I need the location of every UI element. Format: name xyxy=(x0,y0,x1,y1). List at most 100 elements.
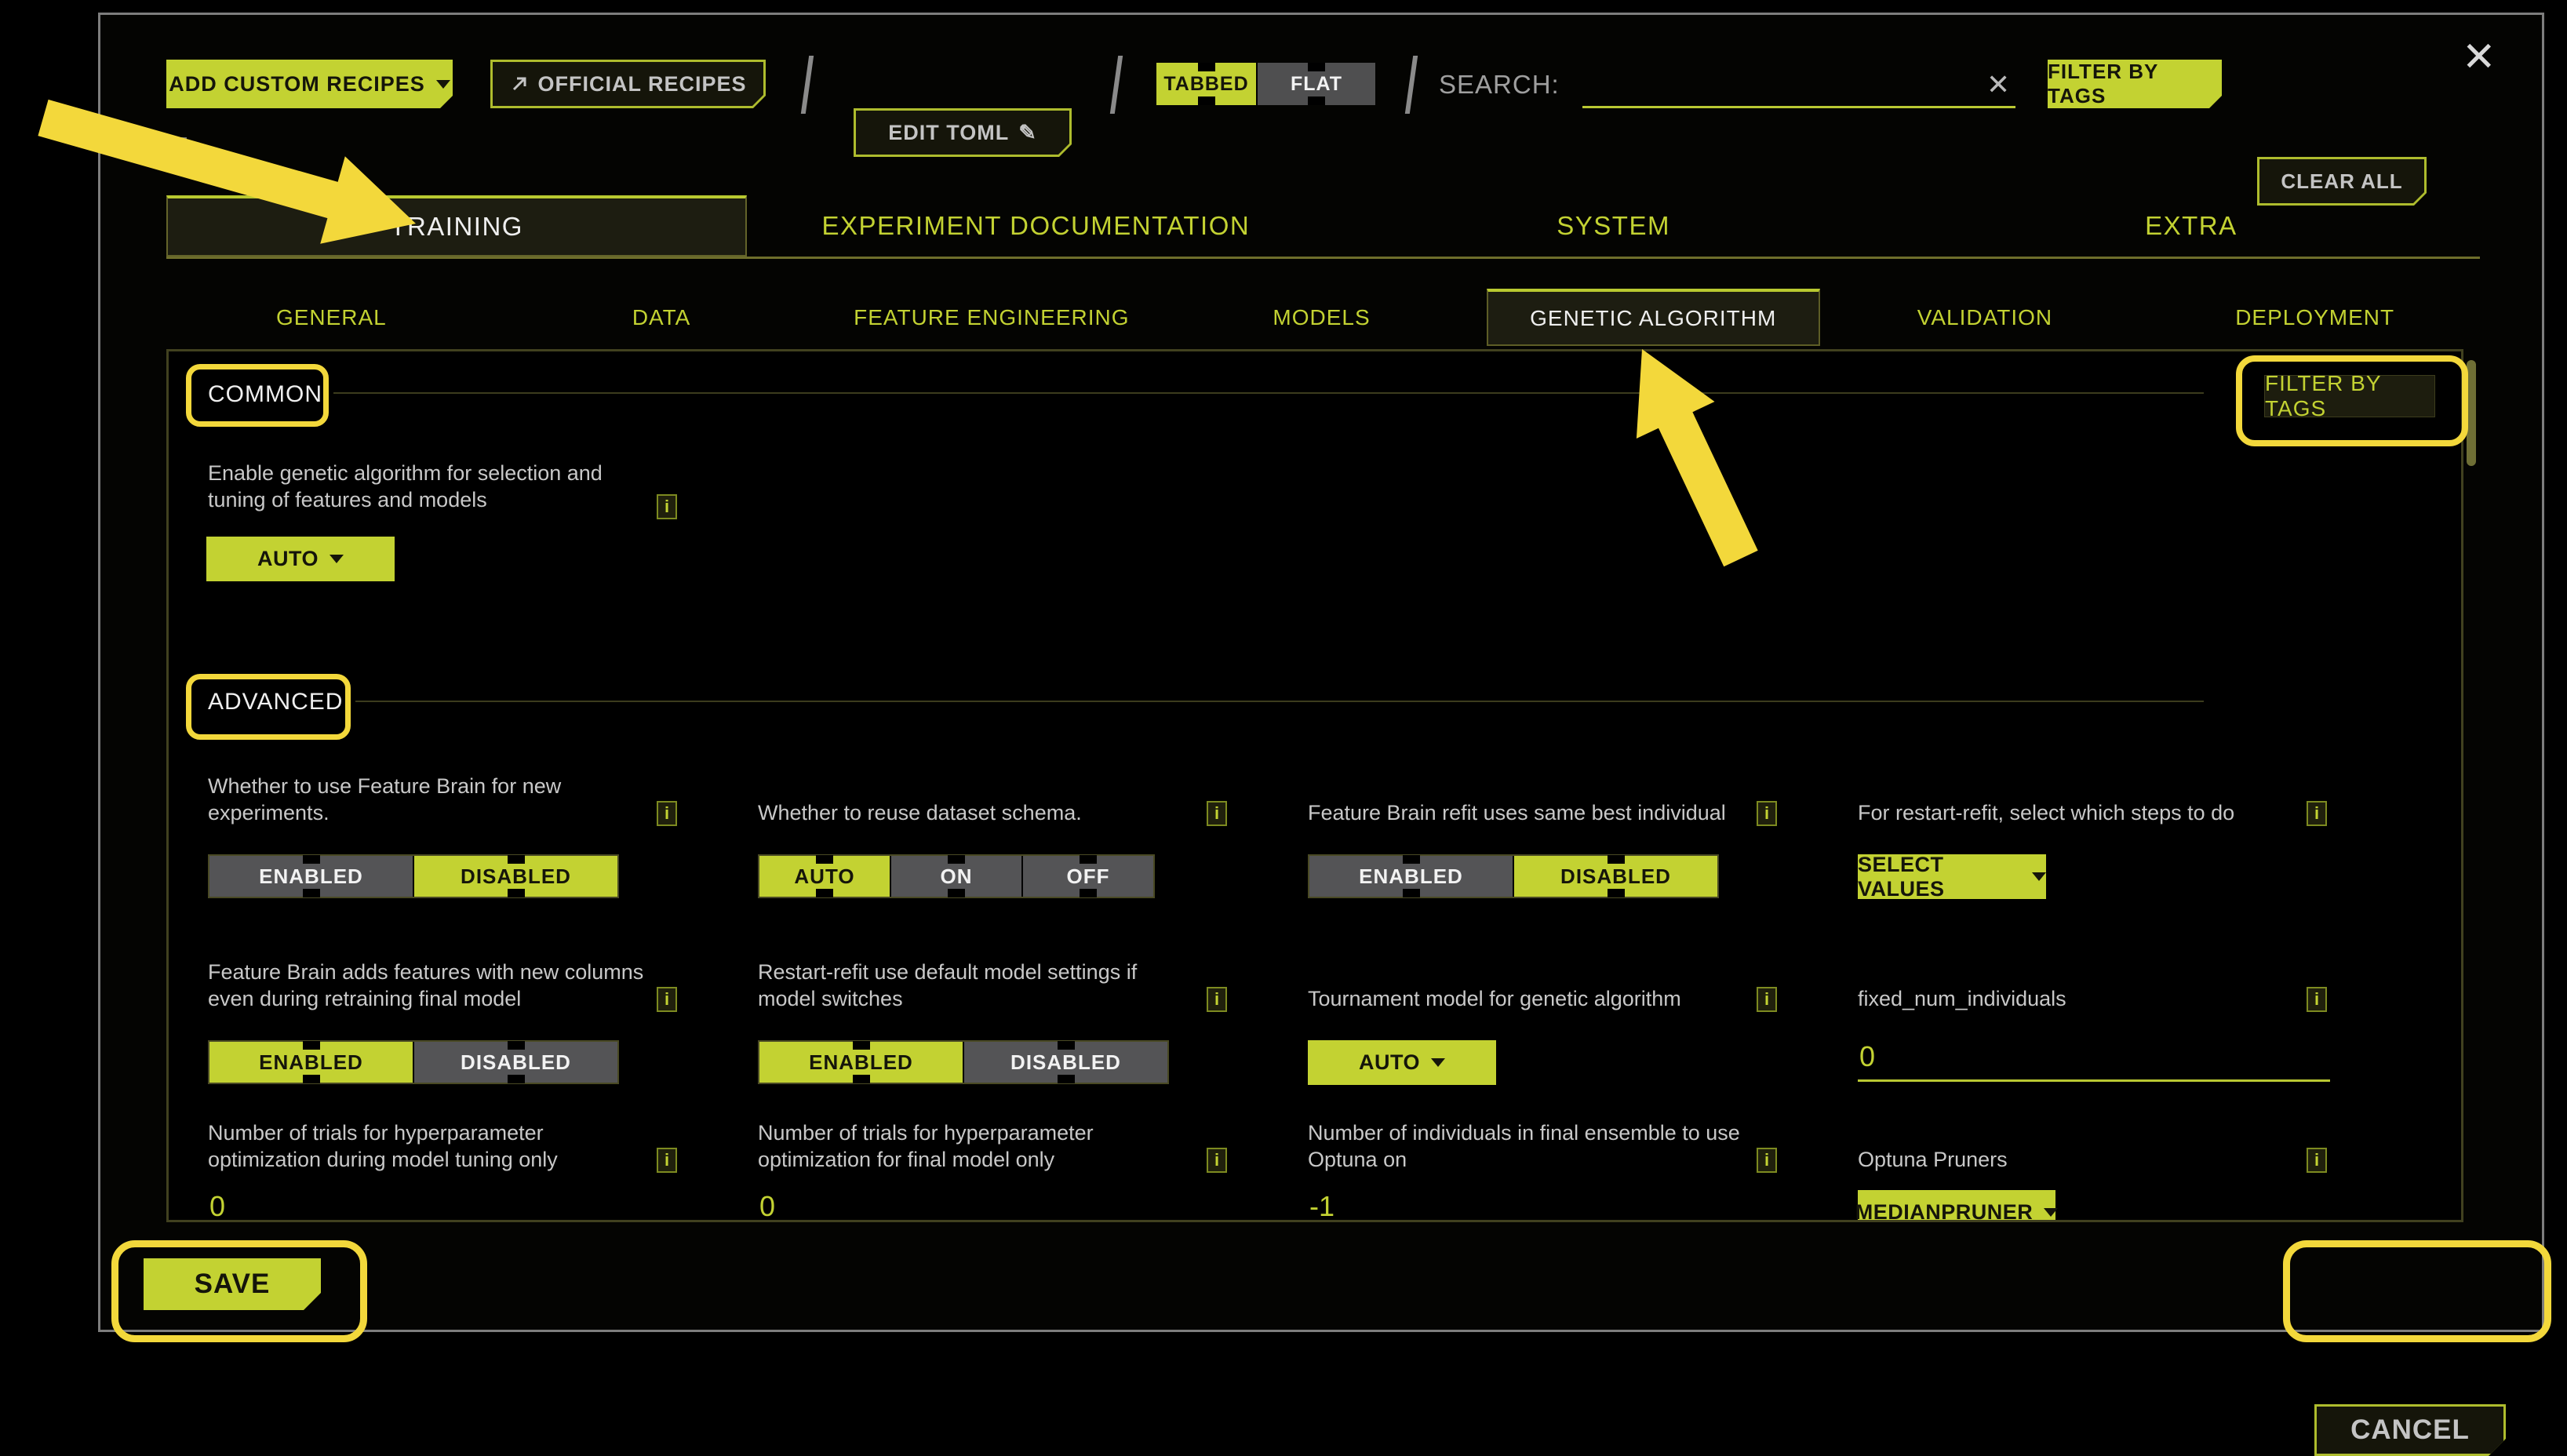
add-custom-recipes-button[interactable]: ADD CUSTOM RECIPES xyxy=(166,60,453,108)
subtab-models[interactable]: MODELS xyxy=(1156,289,1487,346)
search-input[interactable] xyxy=(1582,64,2015,108)
setting-label: Number of trials for hyperparameter opti… xyxy=(208,1119,647,1173)
toggle-option-enabled[interactable]: ENABLED xyxy=(209,856,413,897)
info-icon[interactable]: i xyxy=(2307,1148,2327,1173)
select-values-dropdown[interactable]: SELECT VALUES xyxy=(1858,854,2046,899)
toggle-option-enabled[interactable]: ENABLED xyxy=(209,1042,413,1083)
toggle-option-disabled[interactable]: DISABLED xyxy=(414,856,617,897)
info-icon[interactable]: i xyxy=(1207,801,1227,826)
setting-label: Enable genetic algorithm for selection a… xyxy=(208,460,663,513)
chevron-down-icon xyxy=(436,80,450,89)
scrollbar-thumb[interactable] xyxy=(2467,360,2476,466)
dropdown-value: SELECT VALUES xyxy=(1858,853,2021,901)
setting-label: Number of trials for hyperparameter opti… xyxy=(758,1119,1197,1173)
close-icon[interactable]: ✕ xyxy=(2462,37,2496,78)
setting-label: Whether to reuse dataset schema. xyxy=(758,799,1197,826)
info-icon[interactable]: i xyxy=(2307,987,2327,1012)
toggle-option-enabled[interactable]: ENABLED xyxy=(1309,856,1513,897)
tab-training[interactable]: TRAINING xyxy=(166,195,747,257)
common-section-title: COMMON xyxy=(208,381,322,408)
setting-label: fixed_num_individuals xyxy=(1858,985,2297,1012)
setting-optuna-pruners: Optuna Pruners i MEDIANPRUNER xyxy=(1858,1116,2408,1222)
setting-label: Restart-refit use default model settings… xyxy=(758,959,1197,1012)
chevron-down-icon xyxy=(2044,1208,2058,1217)
setting-tournament-model: Tournament model for genetic algorithm i… xyxy=(1308,930,1858,1085)
toggle-option-off[interactable]: OFF xyxy=(1023,856,1153,897)
setting-refit-same-best-individual: Feature Brain refit uses same best indiv… xyxy=(1308,770,1858,899)
subtab-feature-engineering[interactable]: FEATURE ENGINEERING xyxy=(826,289,1156,346)
expert-settings-window: ADD CUSTOM RECIPES OFFICIAL RECIPES EDIT… xyxy=(98,13,2544,1332)
save-button[interactable]: SAVE xyxy=(144,1258,321,1310)
trials-model-tuning-input[interactable] xyxy=(208,1190,680,1222)
pencil-icon: ✎ xyxy=(1018,121,1037,145)
section-divider xyxy=(333,392,2204,394)
cancel-label: CANCEL xyxy=(2350,1414,2470,1446)
clear-search-icon[interactable]: ✕ xyxy=(1986,68,2010,101)
filter-by-tags-panel-label: FILTER BY TAGS xyxy=(2265,371,2434,421)
annotation-ring-cancel xyxy=(2283,1240,2551,1342)
info-icon[interactable]: i xyxy=(657,1148,677,1173)
toolbar-divider xyxy=(1405,56,1418,114)
toggle-option-disabled[interactable]: DISABLED xyxy=(1514,856,1717,897)
setting-label: Feature Brain refit uses same best indiv… xyxy=(1308,799,1747,826)
filter-by-tags-panel-button[interactable]: FILTER BY TAGS xyxy=(2264,375,2435,417)
info-icon[interactable]: i xyxy=(1207,1148,1227,1173)
trials-final-model-input[interactable] xyxy=(758,1190,1230,1222)
toggle-option-auto[interactable]: AUTO xyxy=(759,856,890,897)
setting-individuals-optuna: Number of individuals in final ensemble … xyxy=(1308,1116,1858,1222)
view-flat-option[interactable]: FLAT xyxy=(1258,63,1375,105)
section-divider xyxy=(355,701,2204,702)
toggle-restart-refit-default-model: ENABLED DISABLED xyxy=(758,1040,1169,1084)
info-icon[interactable]: i xyxy=(657,987,677,1012)
dropdown-value: AUTO xyxy=(1359,1050,1420,1075)
fixed-num-individuals-input[interactable] xyxy=(1858,1040,2330,1082)
advanced-section-title: ADVANCED xyxy=(208,689,343,715)
official-recipes-button[interactable]: OFFICIAL RECIPES xyxy=(490,60,766,108)
setting-feature-brain-adds-features: Feature Brain adds features with new col… xyxy=(208,930,758,1085)
info-icon[interactable]: i xyxy=(2307,801,2327,826)
optuna-pruners-dropdown[interactable]: MEDIANPRUNER xyxy=(1858,1190,2055,1222)
view-tabbed-option[interactable]: TABBED xyxy=(1156,63,1256,105)
toggle-option-on[interactable]: ON xyxy=(891,856,1021,897)
info-icon[interactable]: i xyxy=(1757,801,1777,826)
cancel-button[interactable]: CANCEL xyxy=(2314,1404,2506,1456)
tournament-auto-dropdown[interactable]: AUTO xyxy=(1308,1040,1496,1085)
search-label: SEARCH: xyxy=(1439,70,1560,100)
view-mode-toggle: TABBED FLAT xyxy=(1156,63,1375,105)
subtab-general[interactable]: GENERAL xyxy=(166,289,497,346)
setting-label: For restart-refit, select which steps to… xyxy=(1858,799,2297,826)
filter-by-tags-toolbar-button[interactable]: FILTER BY TAGS xyxy=(2048,60,2222,108)
info-icon[interactable]: i xyxy=(1207,987,1227,1012)
info-icon[interactable]: i xyxy=(657,494,677,519)
toggle-option-disabled[interactable]: DISABLED xyxy=(964,1042,1167,1083)
info-icon[interactable]: i xyxy=(1757,987,1777,1012)
toggle-option-enabled[interactable]: ENABLED xyxy=(759,1042,963,1083)
setting-trials-model-tuning: Number of trials for hyperparameter opti… xyxy=(208,1116,758,1222)
tab-system[interactable]: SYSTEM xyxy=(1325,195,1902,257)
edit-toml-button[interactable]: EDIT TOML ✎ xyxy=(854,108,1072,157)
info-icon[interactable]: i xyxy=(1757,1148,1777,1173)
subtab-validation[interactable]: VALIDATION xyxy=(1820,289,2150,346)
setting-label: Whether to use Feature Brain for new exp… xyxy=(208,773,647,826)
setting-restart-refit-steps: For restart-refit, select which steps to… xyxy=(1858,770,2408,899)
subtab-genetic-algorithm[interactable]: GENETIC ALGORITHM xyxy=(1487,289,1820,346)
dropdown-value: AUTO xyxy=(257,547,319,571)
individuals-optuna-input[interactable] xyxy=(1308,1190,1780,1222)
tab-experiment-documentation[interactable]: EXPERIMENT DOCUMENTATION xyxy=(747,195,1324,257)
setting-label: Feature Brain adds features with new col… xyxy=(208,959,647,1012)
toggle-feature-brain-adds-features: ENABLED DISABLED xyxy=(208,1040,619,1084)
main-tab-bar: TRAINING EXPERIMENT DOCUMENTATION SYSTEM… xyxy=(166,195,2480,259)
setting-fixed-num-individuals: fixed_num_individuals i xyxy=(1858,930,2408,1085)
subtab-data[interactable]: DATA xyxy=(497,289,827,346)
add-custom-recipes-label: ADD CUSTOM RECIPES xyxy=(169,72,425,96)
toggle-option-disabled[interactable]: DISABLED xyxy=(414,1042,617,1083)
setting-reuse-dataset-schema: Whether to reuse dataset schema. i AUTO … xyxy=(758,770,1308,899)
subtab-deployment[interactable]: DEPLOYMENT xyxy=(2150,289,2480,346)
chevron-down-icon xyxy=(330,555,344,563)
toggle-reuse-dataset-schema: AUTO ON OFF xyxy=(758,854,1155,898)
arrow-up-right-icon xyxy=(509,74,530,94)
common-auto-dropdown[interactable]: AUTO xyxy=(206,537,395,581)
setting-trials-final-model: Number of trials for hyperparameter opti… xyxy=(758,1116,1308,1222)
info-icon[interactable]: i xyxy=(657,801,677,826)
tab-extra[interactable]: EXTRA xyxy=(1902,195,2480,257)
